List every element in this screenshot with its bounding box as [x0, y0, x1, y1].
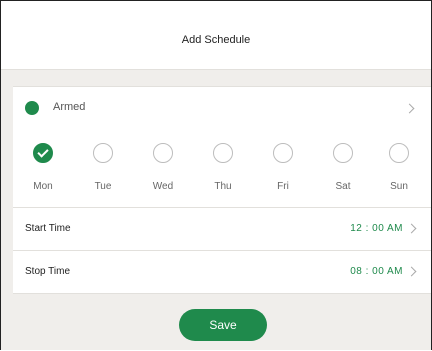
day-label: Sun [390, 181, 408, 192]
header: Add Schedule [1, 1, 431, 70]
day-checkbox[interactable] [333, 143, 353, 163]
start-time-row[interactable]: Start Time 12 : 00 AM [13, 208, 431, 251]
day-label: Mon [33, 181, 53, 192]
day-checkbox[interactable] [153, 143, 173, 163]
day-mon[interactable]: Mon [13, 129, 73, 207]
page-title: Add Schedule [181, 34, 251, 46]
chevron-right-icon [406, 223, 417, 234]
day-fri[interactable]: Fri [253, 129, 313, 207]
day-label: Thu [214, 181, 232, 192]
day-sun[interactable]: Sun [369, 129, 429, 207]
chevron-right-icon [404, 103, 415, 114]
day-label: Wed [152, 181, 174, 192]
start-time-label: Start Time [25, 223, 71, 234]
day-checkbox[interactable] [273, 143, 293, 163]
save-button[interactable]: Save [179, 309, 267, 341]
day-label: Sat [335, 181, 351, 192]
stop-time-row[interactable]: Stop Time 08 : 00 AM [13, 251, 431, 294]
day-label: Fri [277, 181, 289, 192]
day-label: Tue [94, 181, 112, 192]
stop-time-label: Stop Time [25, 266, 71, 277]
day-checkbox[interactable] [213, 143, 233, 163]
day-wed[interactable]: Wed [133, 129, 193, 207]
status-dot-icon [25, 101, 39, 115]
schedule-panel: Add Schedule Armed Mon Tue Wed Thu Fri S… [0, 0, 432, 350]
day-sat[interactable]: Sat [313, 129, 373, 207]
checkmark-icon[interactable] [33, 143, 53, 163]
day-tue[interactable]: Tue [73, 129, 133, 207]
stop-time-value: 08 : 00 AM [350, 266, 403, 277]
mode-row[interactable]: Armed [13, 86, 431, 130]
chevron-right-icon [406, 266, 417, 277]
mode-label: Armed [53, 101, 86, 113]
start-time-value: 12 : 00 AM [350, 223, 403, 234]
day-checkbox[interactable] [93, 143, 113, 163]
day-thu[interactable]: Thu [193, 129, 253, 207]
day-checkbox[interactable] [389, 143, 409, 163]
day-selector: Mon Tue Wed Thu Fri Sat Sun [13, 129, 431, 208]
